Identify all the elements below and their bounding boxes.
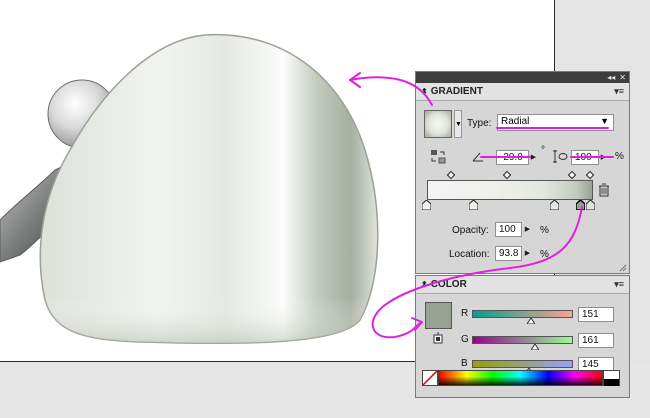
angle-input[interactable]: -29.0 (496, 150, 529, 165)
red-slider-thumb[interactable] (527, 318, 535, 324)
close-icon[interactable]: ✕ (619, 73, 626, 82)
red-input[interactable]: 151 (578, 307, 614, 322)
type-select[interactable]: Radial ▼ (497, 114, 614, 131)
location-input[interactable]: 93.8 (495, 246, 522, 261)
panel-titlebar[interactable]: ◂◂ ✕ (416, 72, 629, 83)
blue-slider-track[interactable] (472, 360, 573, 368)
type-select-value: Radial (501, 116, 530, 127)
color-stop[interactable] (469, 200, 478, 210)
color-body: R 151 G 161 B 145 (416, 294, 629, 398)
red-slider-track[interactable] (472, 310, 573, 318)
green-label: G (461, 334, 469, 345)
aspect-ratio-value: 100 (575, 152, 592, 163)
opacity-label: Opacity: (452, 225, 489, 236)
no-fill-icon[interactable] (422, 370, 438, 386)
green-slider-row: G 161 (416, 332, 629, 350)
tab-toggle-icon[interactable]: ⬍ (421, 280, 428, 289)
location-value: 93.8 (499, 248, 519, 259)
aspect-ratio-stepper[interactable]: ▶ (599, 150, 608, 165)
midpoint-diamond[interactable] (585, 170, 595, 180)
blue-label: B (461, 358, 468, 369)
gradient-preview-dropdown[interactable]: ▼ (454, 110, 462, 138)
green-slider-track[interactable] (472, 336, 573, 344)
location-unit: % (540, 249, 549, 260)
type-label: Type: (467, 118, 492, 129)
aspect-ratio-unit: % (615, 151, 624, 162)
color-stop[interactable] (422, 200, 431, 210)
angle-icon (472, 152, 484, 162)
angle-stepper[interactable]: ▶ (529, 150, 538, 165)
aspect-ratio-icon (552, 149, 568, 164)
midpoint-diamond[interactable] (502, 170, 512, 180)
blue-value: 145 (582, 359, 599, 370)
gradient-slider[interactable] (427, 180, 593, 200)
color-tab[interactable]: ⬍ COLOR ▾≡ (416, 275, 629, 294)
reverse-gradient-icon[interactable] (430, 149, 446, 164)
red-slider-row: R 151 (416, 306, 629, 324)
location-label: Location: (449, 249, 490, 260)
green-input[interactable]: 161 (578, 333, 614, 348)
color-stop-selected[interactable] (576, 200, 585, 210)
panel-menu-icon[interactable]: ▾≡ (614, 279, 624, 290)
opacity-unit: % (540, 225, 549, 236)
gradient-preview-swatch[interactable] (424, 110, 452, 138)
opacity-stepper[interactable]: ▶ (523, 222, 532, 237)
gradient-tab-label: GRADIENT (430, 86, 483, 97)
opacity-value: 100 (499, 224, 516, 235)
angle-degree-mark: ° (541, 145, 545, 156)
green-slider-thumb[interactable] (531, 344, 539, 350)
angle-value: -29.0 (500, 152, 523, 163)
location-stepper[interactable]: ▶ (523, 246, 532, 261)
color-tab-label: COLOR (430, 279, 467, 290)
tab-toggle-icon[interactable]: ⬍ (421, 87, 428, 96)
collapse-arrows-icon[interactable]: ◂◂ (607, 73, 615, 82)
panel-menu-icon[interactable]: ▾≡ (614, 86, 624, 97)
black-white-swatches[interactable] (603, 370, 620, 386)
red-value: 151 (582, 309, 599, 320)
color-panel: ⬍ COLOR ▾≡ R 151 G 161 B 145 (415, 275, 630, 398)
midpoint-diamond[interactable] (446, 170, 456, 180)
gradient-body: ▼ Type: Radial ▼ -29.0 ▶ ° 100 ▶ % Opaci… (416, 101, 629, 274)
green-value: 161 (582, 335, 599, 346)
midpoint-diamond[interactable] (567, 170, 577, 180)
aspect-ratio-input[interactable]: 100 (571, 150, 599, 165)
red-label: R (461, 308, 469, 319)
color-stop[interactable] (586, 200, 595, 210)
gradient-panel: ◂◂ ✕ ⬍ GRADIENT ▾≡ ▼ Type: Radial ▼ -29.0… (415, 71, 630, 274)
color-stop[interactable] (550, 200, 559, 210)
opacity-input[interactable]: 100 (495, 222, 522, 237)
chevron-down-icon[interactable]: ▼ (600, 116, 609, 126)
trash-icon[interactable] (598, 183, 610, 197)
resize-grip-icon[interactable] (619, 264, 627, 272)
gradient-tab[interactable]: ⬍ GRADIENT ▾≡ (416, 83, 629, 101)
color-spectrum[interactable] (438, 370, 603, 386)
